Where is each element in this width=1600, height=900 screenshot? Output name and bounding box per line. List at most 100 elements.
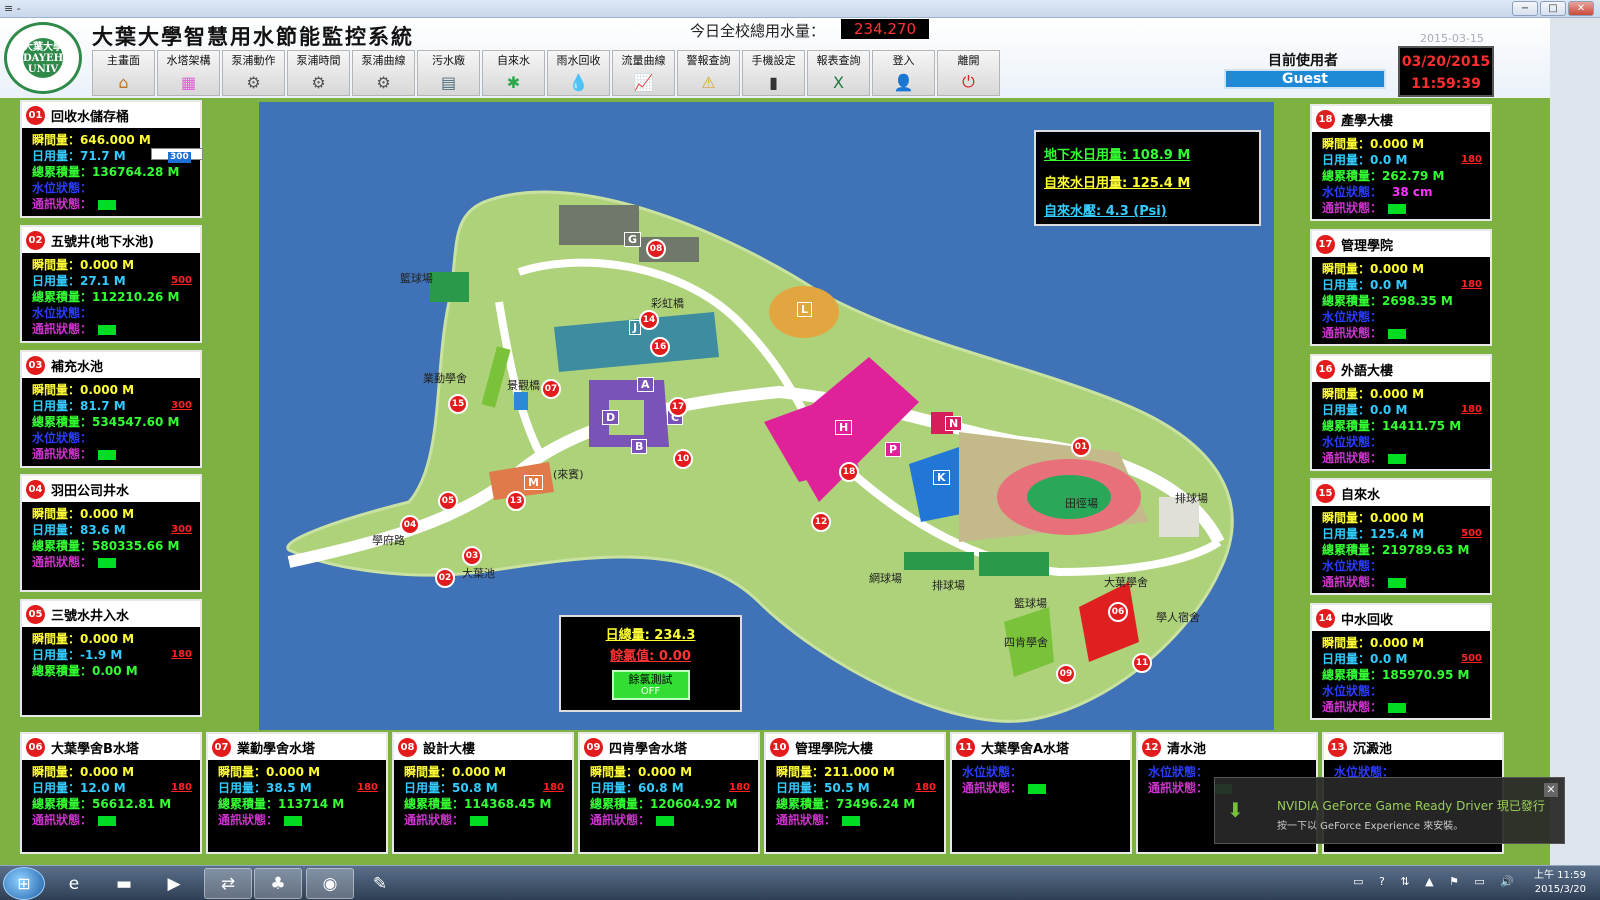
- clock-date: 03/20/2015: [1401, 54, 1491, 70]
- station-panel-15[interactable]: 15 自來水 瞬間量：0.000 M 日用量：125.4 M 500 總累積量：21978…: [1310, 478, 1492, 595]
- notification-close-button[interactable]: ✕: [1544, 783, 1558, 797]
- limit-setting[interactable]: 180: [357, 780, 378, 796]
- limit-setting[interactable]: 300: [171, 398, 192, 414]
- station-marker[interactable]: 09: [1056, 664, 1076, 684]
- station-panel-17[interactable]: 17 管理學院 瞬間量：0.000 M 日用量：0.0 M 180 總累積量：2698.3…: [1310, 229, 1492, 346]
- limit-setting[interactable]: 300: [171, 522, 192, 538]
- taskbar-clock[interactable]: 上午 11:59 2015/3/20: [1534, 869, 1586, 897]
- station-panel-18[interactable]: 18 產學大樓 瞬間量：0.000 M 日用量：0.0 M 180 總累積量：262.79…: [1310, 104, 1492, 221]
- limit-setting[interactable]: 180: [543, 780, 564, 796]
- station-panel-06[interactable]: 06 大葉學舍B水塔 瞬間量：0.000 M 日用量：12.0 M 180 總累積量：56…: [20, 732, 202, 854]
- media-player-icon[interactable]: ▶: [150, 868, 198, 899]
- nvidia-icon[interactable]: ◉: [306, 868, 354, 899]
- station-panel-11[interactable]: 11 大葉學舍A水塔 水位狀態： 通訊狀態：: [950, 732, 1132, 854]
- station-marker[interactable]: 17: [668, 397, 688, 417]
- limit-setting[interactable]: 180: [729, 780, 750, 796]
- station-marker[interactable]: 13: [506, 491, 526, 511]
- building-label[interactable]: M: [524, 475, 543, 490]
- building-label[interactable]: G: [624, 232, 642, 247]
- station-panel-04[interactable]: 04 羽田公司井水 瞬間量：0.000 M 日用量：83.6 M 300 總累積量：580…: [20, 474, 202, 592]
- toolbar-button-7[interactable]: 雨水回收 💧: [547, 50, 610, 96]
- limit-setting[interactable]: 180: [1461, 277, 1482, 293]
- building-label[interactable]: P: [885, 442, 902, 457]
- station-marker[interactable]: 14: [639, 310, 659, 330]
- station-marker[interactable]: 03: [462, 546, 482, 566]
- station-marker[interactable]: 15: [448, 394, 468, 414]
- toolbar-button-2[interactable]: 泵浦動作 ⚙: [222, 50, 285, 96]
- station-marker[interactable]: 07: [541, 379, 561, 399]
- building-label[interactable]: B: [631, 439, 648, 454]
- toolbar-button-1[interactable]: 水塔架構 ▦: [157, 50, 220, 96]
- groundwater-daily[interactable]: 地下水日用量: 108.9 M: [1044, 142, 1259, 170]
- station-marker[interactable]: 08: [646, 239, 666, 259]
- station-marker[interactable]: 04: [400, 515, 420, 535]
- limit-setting[interactable]: 500: [171, 273, 192, 289]
- building-label[interactable]: N: [945, 416, 963, 431]
- toolbar-button-11[interactable]: 報表查詢 X: [807, 50, 870, 96]
- station-marker[interactable]: 16: [650, 337, 670, 357]
- station-panel-08[interactable]: 08 設計大樓 瞬間量：0.000 M 日用量：50.8 M 180 總累積量：11436…: [392, 732, 574, 854]
- green-app-icon[interactable]: ♣: [254, 868, 302, 899]
- building-label[interactable]: D: [602, 410, 620, 425]
- toolbar-button-9[interactable]: 警報查詢 ⚠: [677, 50, 740, 96]
- maximize-button[interactable]: □: [1540, 1, 1566, 16]
- station-marker[interactable]: 02: [435, 568, 455, 588]
- building-label[interactable]: H: [835, 420, 853, 435]
- station-panel-09[interactable]: 09 四肯學舍水塔 瞬間量：0.000 M 日用量：60.8 M 180 總累積量：120…: [578, 732, 760, 854]
- station-marker[interactable]: 05: [438, 491, 458, 511]
- station-marker[interactable]: 11: [1132, 653, 1152, 673]
- chlorine-test-button[interactable]: 餘氯測試 OFF: [611, 670, 690, 700]
- toolbar-button-4[interactable]: 泵浦曲線 ⚙: [352, 50, 415, 96]
- comm-status-label: 通訊狀態：: [32, 447, 93, 461]
- tapwater-daily[interactable]: 自來水日用量: 125.4 M: [1044, 170, 1259, 198]
- system-tray[interactable]: ▭ ? ⇅ ▲ ⚑ ▭ 🔊: [1353, 875, 1520, 888]
- water-level: 水位狀態： 38 cm: [1322, 184, 1490, 200]
- station-marker[interactable]: 01: [1071, 437, 1091, 457]
- limit-setting[interactable]: 500: [1461, 651, 1482, 667]
- tapwater-pressure[interactable]: 自來水壓: 4.3 (Psi): [1044, 198, 1259, 226]
- limit-setting[interactable]: 180: [171, 647, 192, 663]
- station-marker[interactable]: 06: [1108, 602, 1128, 622]
- paint-icon[interactable]: ✎: [356, 868, 404, 899]
- system-menu-icon[interactable]: ≡ -: [4, 2, 21, 15]
- toolbar-button-6[interactable]: 自來水 ✱: [482, 50, 545, 96]
- station-title: 產學大樓: [1341, 113, 1394, 129]
- station-marker[interactable]: 12: [811, 512, 831, 532]
- folder-icon[interactable]: ▬: [100, 868, 148, 899]
- station-panel-header: 18 產學大樓: [1312, 106, 1490, 132]
- teamviewer-icon[interactable]: ⇄: [204, 868, 252, 899]
- station-marker[interactable]: 10: [673, 449, 693, 469]
- toolbar-button-5[interactable]: 污水廠 ▤: [417, 50, 480, 96]
- toolbar-button-8[interactable]: 流量曲線 📈: [612, 50, 675, 96]
- station-panel-16[interactable]: 16 外語大樓 瞬間量：0.000 M 日用量：0.0 M 180 總累積量：14411.…: [1310, 354, 1492, 471]
- start-button[interactable]: ⊞: [3, 867, 45, 900]
- toolbar-button-10[interactable]: 手機設定 ▮: [742, 50, 805, 96]
- limit-setting[interactable]: 180: [1461, 152, 1482, 168]
- station-panel-07[interactable]: 07 業勤學舍水塔 瞬間量：0.000 M 日用量：38.5 M 180 總累積量：113…: [206, 732, 388, 854]
- limit-setting[interactable]: 180: [1461, 402, 1482, 418]
- building-label[interactable]: K: [933, 470, 950, 485]
- station-panel-14[interactable]: 14 中水回收 瞬間量：0.000 M 日用量：0.0 M 500 總累積量：185970…: [1310, 603, 1492, 720]
- building-label[interactable]: A: [637, 377, 654, 392]
- station-panel-03[interactable]: 03 補充水池 瞬間量：0.000 M 日用量：81.7 M 300 總累積量：53454…: [20, 350, 202, 468]
- station-panel-01[interactable]: 01 回收水儲存桶 瞬間量：646.000 M 日用量：71.7 M 300 總累積量：1…: [20, 100, 203, 218]
- toolbar-button-0[interactable]: 主畫面 ⌂: [92, 50, 155, 96]
- daily-usage-label: 日用量：: [218, 781, 267, 795]
- limit-setting[interactable]: 180: [915, 780, 936, 796]
- ie-icon[interactable]: e: [50, 868, 98, 899]
- station-panel-02[interactable]: 02 五號井(地下水池) 瞬間量：0.000 M 日用量：27.1 M 500 總累積量：…: [20, 225, 202, 343]
- limit-setting[interactable]: 180: [171, 780, 192, 796]
- toolbar-button-3[interactable]: 泵浦時間 ⚙: [287, 50, 350, 96]
- close-window-button[interactable]: ✕: [1568, 1, 1594, 16]
- limit-input[interactable]: 300: [151, 148, 203, 163]
- comm-ok-indicator: [842, 815, 861, 826]
- station-panel-10[interactable]: 10 管理學院大樓 瞬間量：211.000 M 日用量：50.5 M 180 總累積量：7…: [764, 732, 946, 854]
- limit-setting[interactable]: 500: [1461, 526, 1482, 542]
- nvidia-notification[interactable]: ⬇ NVIDIA GeForce Game Ready Driver 現已發行 …: [1214, 777, 1565, 844]
- station-marker[interactable]: 18: [839, 462, 859, 482]
- toolbar-button-13[interactable]: 離開 ⏻: [937, 50, 1000, 96]
- minimize-button[interactable]: −: [1512, 1, 1538, 16]
- toolbar-button-12[interactable]: 登入 👤: [872, 50, 935, 96]
- building-label[interactable]: L: [797, 302, 813, 317]
- station-panel-05[interactable]: 05 三號水井入水 瞬間量：0.000 M 日用量：-1.9 M 180 總累積量：0.0…: [20, 599, 202, 717]
